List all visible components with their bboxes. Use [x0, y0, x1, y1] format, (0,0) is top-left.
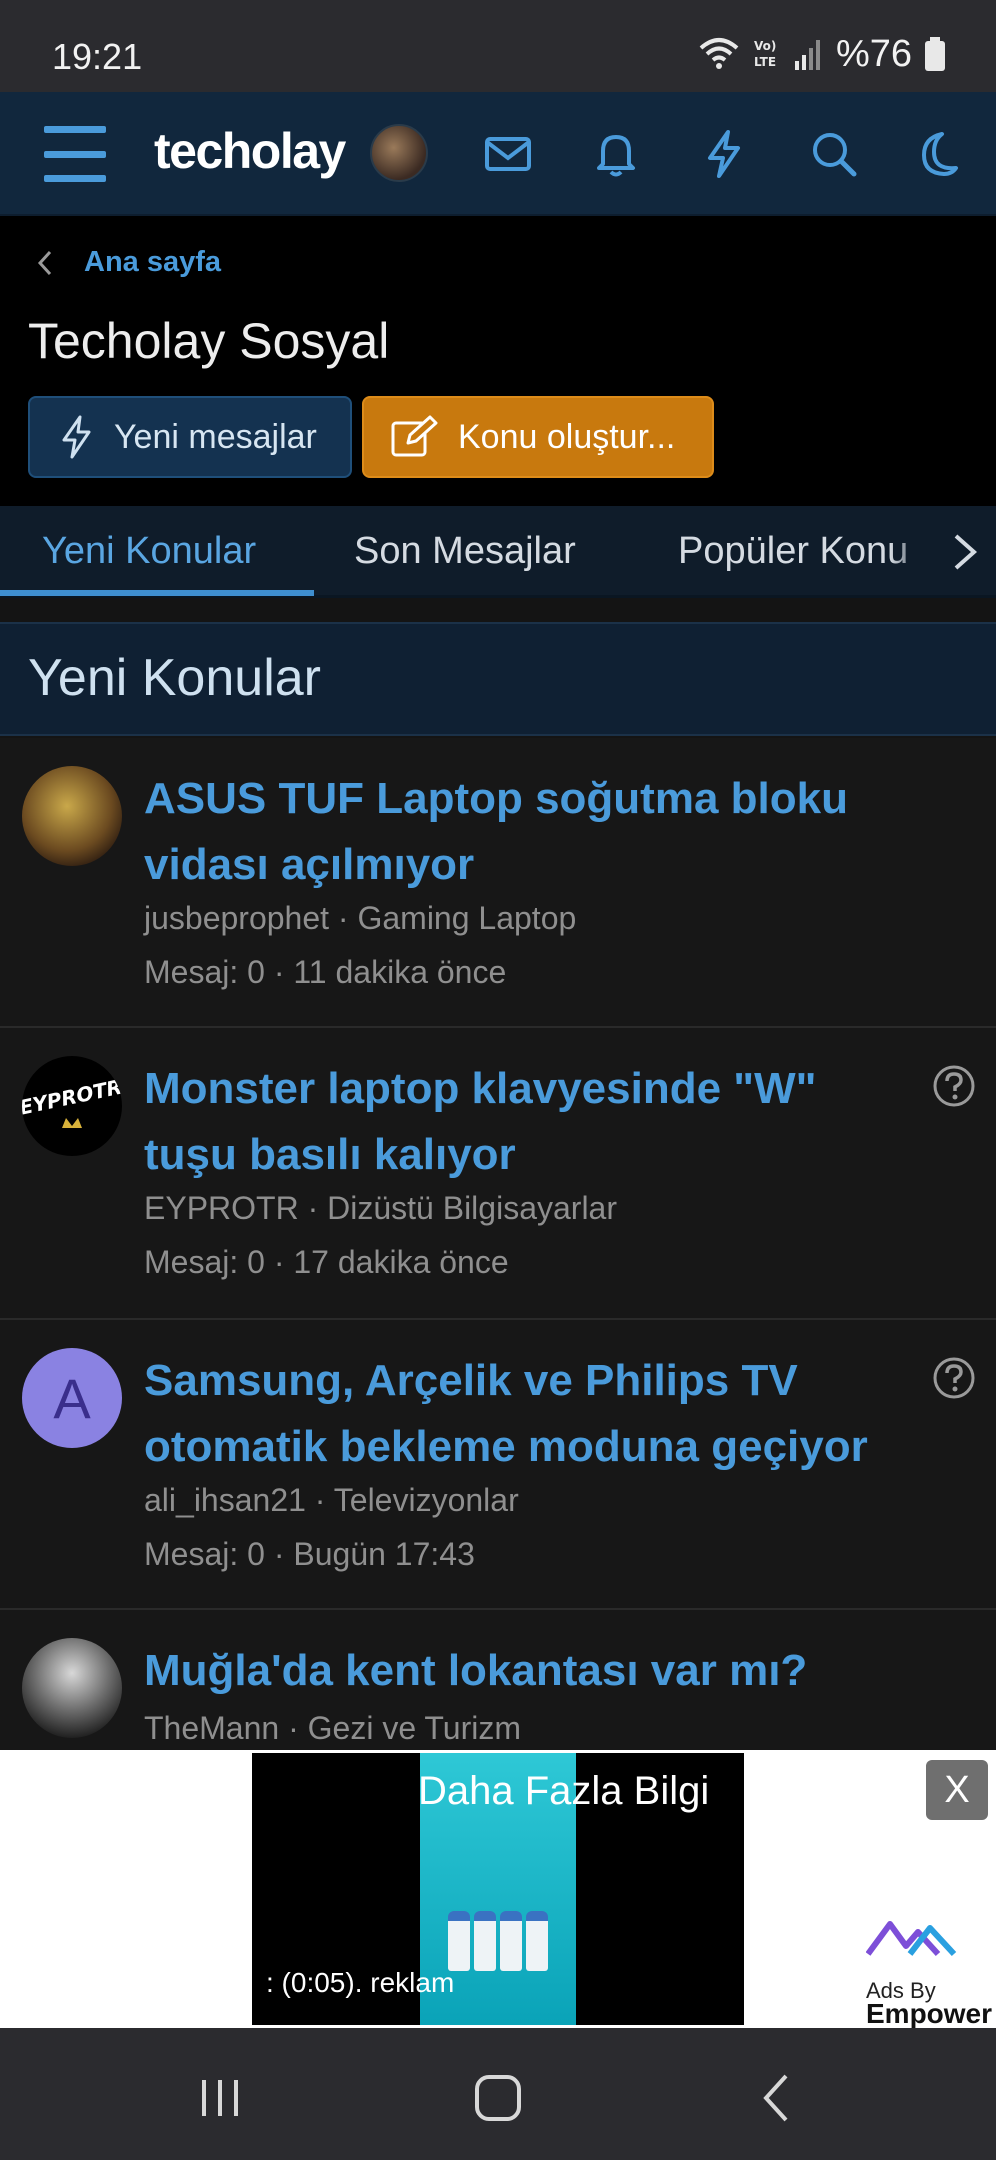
thread-author-forum[interactable]: TheMann · Gezi ve Turizm — [144, 1710, 521, 1747]
status-time: 19:21 — [52, 36, 143, 77]
avatar[interactable] — [22, 766, 122, 866]
thread-title[interactable]: Muğla'da kent lokantası var mı? — [144, 1638, 904, 1704]
thread-author-forum[interactable]: EYPROTR · Dizüstü Bilgisayarlar — [144, 1190, 617, 1227]
thread-stats: Mesaj: 0 · 17 dakika önce — [144, 1244, 509, 1280]
app-header: techolay — [0, 92, 996, 216]
ad-video[interactable]: Daha Fazla Bilgi : (0:05). reklam — [252, 1753, 744, 2025]
ad-close-button[interactable]: X — [926, 1760, 988, 1820]
question-icon — [933, 1357, 975, 1399]
breadcrumb-home[interactable]: Ana sayfa — [84, 246, 221, 279]
eyprotr-logo: EYPROTR — [22, 1075, 122, 1128]
thread-author-forum[interactable]: ali_ihsan21 · Televizyonlar — [144, 1482, 519, 1519]
new-messages-label: Yeni mesajlar — [114, 417, 317, 456]
status-bar: 19:21 Vo) LTE %76 — [0, 0, 996, 92]
search-icon[interactable] — [808, 128, 860, 180]
moon-icon[interactable] — [910, 128, 962, 180]
active-tab-indicator — [0, 590, 314, 596]
battery-percent: %76 — [835, 32, 912, 75]
create-topic-label: Konu oluştur... — [458, 417, 676, 456]
svg-text:EYPROTR: EYPROTR — [22, 1075, 122, 1120]
thread-item[interactable]: A Samsung, Arçelik ve Philips TV otomati… — [0, 1320, 996, 1610]
create-topic-button[interactable]: Konu oluştur... — [362, 396, 714, 478]
volte-icon: Vo) LTE — [754, 39, 776, 69]
tab-bar: Yeni Konular Son Mesajlar Popüler Konu — [0, 506, 996, 598]
ad-countdown: : (0:05). reklam — [266, 1967, 455, 1998]
section-title: Yeni Konular — [28, 649, 321, 707]
thread-title[interactable]: Monster laptop klavyesinde "W" tuşu bası… — [144, 1056, 904, 1188]
edit-icon — [391, 415, 438, 457]
ad-more-info[interactable]: Daha Fazla Bilgi — [418, 1769, 709, 1814]
home-icon[interactable] — [468, 2068, 528, 2128]
tab-new-topics[interactable]: Yeni Konular — [42, 530, 256, 573]
breadcrumb[interactable]: Ana sayfa — [36, 246, 221, 279]
battery-icon — [925, 37, 945, 71]
svg-text:LTE: LTE — [754, 55, 776, 69]
avatar[interactable] — [370, 124, 428, 182]
site-logo[interactable]: techolay — [154, 122, 346, 180]
avatar[interactable] — [22, 1638, 122, 1738]
mail-icon[interactable] — [482, 128, 534, 180]
question-icon — [933, 1065, 975, 1107]
svg-text:Vo): Vo) — [754, 39, 776, 53]
signal-icon — [794, 40, 820, 70]
ad-brand-label: Empower — [866, 1998, 993, 2029]
back-icon[interactable] — [748, 2068, 808, 2128]
thread-title[interactable]: Samsung, Arçelik ve Philips TV otomatik … — [144, 1348, 904, 1480]
chevron-left-icon — [37, 250, 52, 275]
thread-stats: Mesaj: 0 · 11 dakika önce — [144, 954, 507, 990]
system-nav-bar — [0, 2028, 996, 2160]
avatar[interactable]: EYPROTR — [22, 1056, 122, 1156]
ad-banner[interactable]: Daha Fazla Bilgi : (0:05). reklam X Ads … — [0, 1750, 996, 2029]
empower-logo — [866, 1921, 957, 1957]
thread-stats: Mesaj: 0 · Bugün 17:43 — [144, 1536, 475, 1572]
bolt-icon — [62, 415, 91, 459]
page-top: Ana sayfa Techolay Sosyal Yeni mesajlar … — [0, 216, 996, 506]
thread-item[interactable]: ASUS TUF Laptop soğutma bloku vidası açı… — [0, 738, 996, 1028]
tab-popular-topics[interactable]: Popüler Konu — [678, 530, 908, 573]
thread-title[interactable]: ASUS TUF Laptop soğutma bloku vidası açı… — [144, 766, 904, 898]
avatar-letter: A — [53, 1366, 91, 1430]
section-header: Yeni Konular — [0, 622, 996, 736]
tab-recent-messages[interactable]: Son Mesajlar — [354, 530, 576, 573]
status-icons: Vo) LTE %76 — [698, 32, 946, 75]
bell-icon[interactable] — [590, 128, 642, 180]
avatar[interactable]: A — [22, 1348, 122, 1448]
recents-icon[interactable] — [190, 2068, 250, 2128]
ad-product-image — [448, 1911, 548, 1971]
thread-item[interactable]: EYPROTR Monster laptop klavyesinde "W" t… — [0, 1028, 996, 1320]
wifi-icon — [699, 38, 739, 69]
thread-item[interactable]: Muğla'da kent lokantası var mı? TheMann … — [0, 1610, 996, 1750]
page-title: Techolay Sosyal — [28, 313, 390, 369]
menu-icon[interactable] — [44, 126, 106, 182]
new-messages-button[interactable]: Yeni mesajlar — [28, 396, 352, 478]
thread-author-forum[interactable]: jusbeprophet · Gaming Laptop — [144, 900, 576, 937]
bolt-icon[interactable] — [698, 128, 750, 180]
chevron-right-icon[interactable] — [946, 532, 986, 572]
